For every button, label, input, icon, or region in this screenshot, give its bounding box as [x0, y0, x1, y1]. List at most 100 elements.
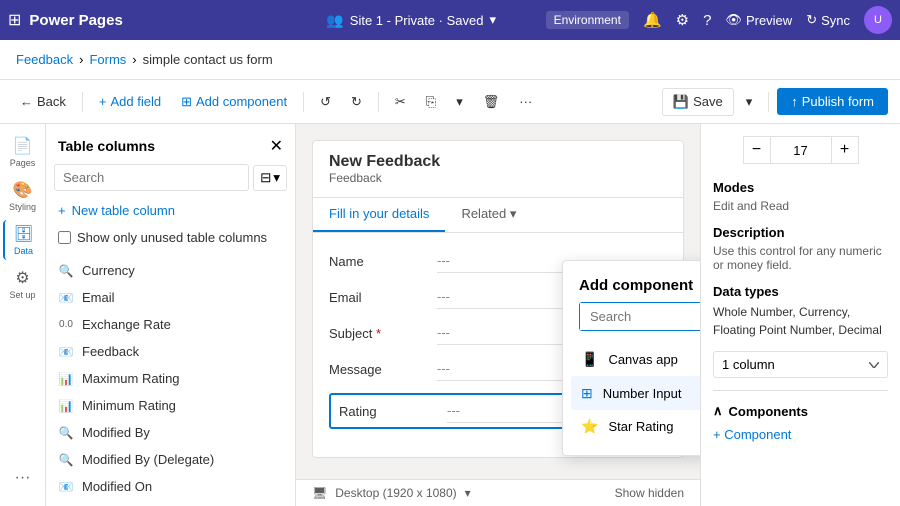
canvas-app-item[interactable]: 📱 Canvas app — [571, 343, 700, 376]
sidebar-item-data[interactable]: 🗄 Data — [3, 220, 43, 260]
lookup-icon: 🔍 — [58, 264, 74, 278]
undo-button[interactable]: ↺ — [312, 90, 339, 114]
list-item[interactable]: 📧 Feedback — [46, 338, 295, 365]
settings-icon[interactable]: ⚙ — [676, 11, 689, 29]
add-field-icon: + — [99, 94, 107, 109]
overlay-title: Add component — [563, 261, 700, 302]
breadcrumb-forms[interactable]: Forms — [89, 52, 126, 67]
list-item[interactable]: 🔍 Modified By (Delegate) — [46, 446, 295, 473]
list-item[interactable]: 📧 Email — [46, 284, 295, 311]
new-table-column-button[interactable]: + New table column — [46, 199, 295, 226]
sync-button[interactable]: ↻ Sync — [806, 12, 850, 28]
more-actions-button[interactable]: ▾ — [448, 90, 471, 114]
copy-button[interactable]: ⎘ — [418, 90, 444, 114]
breadcrumb-feedback[interactable]: Feedback — [16, 52, 73, 67]
filter-icon: ⊟ — [260, 170, 271, 186]
add-field-button[interactable]: + Add field — [91, 90, 169, 113]
redo-button[interactable]: ↻ — [343, 90, 370, 114]
number-stepper: − 17 + — [713, 136, 888, 164]
notification-icon[interactable]: 🔔 — [643, 11, 662, 29]
breadcrumb-sep2: › — [132, 52, 136, 67]
breadcrumb-current: simple contact us form — [143, 52, 273, 67]
divider2 — [303, 92, 304, 112]
list-item[interactable]: 0.0 Normalized Rating — [46, 500, 295, 506]
components-section: ∧ Components + Component — [713, 390, 888, 442]
columns-panel: Table columns ✕ ⊟ ▾ + New table column S… — [46, 124, 296, 506]
modified-by-delegate-icon: 🔍 — [58, 453, 74, 467]
pages-icon: 📄 — [13, 136, 33, 156]
save-icon: 💾 — [673, 94, 689, 110]
modes-value: Edit and Read — [713, 199, 888, 213]
stepper-plus-button[interactable]: + — [831, 136, 859, 164]
delete-button[interactable]: 🗑 — [475, 90, 508, 114]
stepper-minus-button[interactable]: − — [743, 136, 771, 164]
sidebar-item-styling[interactable]: 🎨 Styling — [3, 176, 43, 216]
form-title: New Feedback — [329, 153, 667, 171]
list-item[interactable]: 🔍 Modified By — [46, 419, 295, 446]
form-subtitle: Feedback — [329, 171, 667, 185]
desktop-label[interactable]: Desktop (1920 x 1080) — [335, 486, 456, 500]
data-icon: 🗄 — [13, 224, 33, 244]
app-grid-icon[interactable]: ⊞ — [8, 10, 21, 30]
show-unused-checkbox[interactable]: Show only unused table columns — [46, 226, 295, 253]
sidebar-item-more[interactable]: ··· — [3, 458, 43, 498]
components-title: ∧ Components — [713, 403, 888, 419]
description-title: Description — [713, 225, 888, 240]
app-name: Power Pages — [29, 12, 122, 29]
list-item[interactable]: 0.0 Exchange Rate — [46, 311, 295, 338]
show-unused-check[interactable] — [58, 231, 71, 244]
close-columns-button[interactable]: ✕ — [270, 136, 283, 156]
email-icon: 📧 — [58, 291, 74, 305]
sidebar-item-pages[interactable]: 📄 Pages — [3, 132, 43, 172]
list-item[interactable]: 📊 Maximum Rating — [46, 365, 295, 392]
help-icon[interactable]: ? — [703, 12, 711, 29]
columns-search-area: ⊟ ▾ — [46, 164, 295, 199]
environment-label: Environment — [546, 11, 629, 29]
cut-button[interactable]: ✂ — [387, 90, 414, 114]
publish-button[interactable]: ↑ Publish form — [777, 88, 888, 115]
sync-icon: ↻ — [806, 12, 817, 28]
list-item[interactable]: 🔍 Currency — [46, 257, 295, 284]
tab-fill-details[interactable]: Fill in your details — [313, 198, 445, 232]
back-button[interactable]: ← Back — [12, 90, 74, 113]
star-rating-item[interactable]: ⭐ Star Rating — [571, 410, 700, 443]
max-rating-icon: 📊 — [58, 372, 74, 386]
sidebar-item-setup[interactable]: ⚙ Set up — [3, 264, 43, 304]
desktop-icon: 🖥 — [312, 486, 327, 500]
avatar[interactable]: U — [864, 6, 892, 34]
action-toolbar: ← Back + Add field ⊞ Add component ↺ ↻ ✂… — [0, 80, 900, 124]
preview-icon: 👁 — [725, 12, 742, 28]
filter-button[interactable]: ⊟ ▾ — [253, 165, 287, 191]
site-dropdown-icon[interactable]: ▾ — [489, 12, 496, 28]
add-component-right-button[interactable]: + Component — [713, 427, 791, 442]
save-button[interactable]: 💾 Save — [662, 88, 734, 116]
form-bottom-bar: 🖥 Desktop (1920 x 1080) ▾ Show hidden — [296, 479, 700, 506]
overlay-search — [579, 302, 700, 331]
publish-icon: ↑ — [791, 94, 798, 109]
add-component-button[interactable]: ⊞ Add component — [173, 90, 295, 114]
columns-list: 🔍 Currency 📧 Email 0.0 Exchange Rate 📧 F… — [46, 253, 295, 506]
desktop-dropdown[interactable]: ▾ — [465, 486, 471, 500]
list-item[interactable]: 📧 Modified On — [46, 473, 295, 500]
search-input[interactable] — [54, 164, 249, 191]
columns-title: Table columns — [58, 138, 155, 154]
divider4 — [768, 92, 769, 112]
more-icon: ··· — [15, 469, 31, 487]
columns-header: Table columns ✕ — [46, 124, 295, 164]
show-hidden-button[interactable]: Show hidden — [615, 486, 684, 500]
list-item[interactable]: 📊 Minimum Rating — [46, 392, 295, 419]
modified-on-icon: 📧 — [58, 480, 74, 494]
sidebar-icons: 📄 Pages 🎨 Styling 🗄 Data ⚙ Set up ··· — [0, 124, 46, 506]
site-info: Site 1 - Private · Saved — [350, 13, 484, 28]
number-input-item[interactable]: ⊞ Number Input Number Input — [571, 376, 700, 410]
feedback-icon: 📧 — [58, 345, 74, 359]
filter-dropdown-icon: ▾ — [273, 170, 280, 186]
tab-related[interactable]: Related ▾ — [445, 198, 532, 232]
column-select[interactable]: 1 column 2 columns 3 columns — [713, 351, 888, 378]
component-search-input[interactable] — [580, 303, 700, 330]
collapse-icon[interactable]: ∧ — [713, 403, 723, 419]
ellipsis-button[interactable]: ··· — [511, 90, 540, 113]
preview-button[interactable]: 👁 Preview — [725, 12, 792, 28]
breadcrumb: Feedback › Forms › simple contact us for… — [0, 40, 900, 80]
save-dropdown-button[interactable]: ▾ — [738, 90, 761, 114]
